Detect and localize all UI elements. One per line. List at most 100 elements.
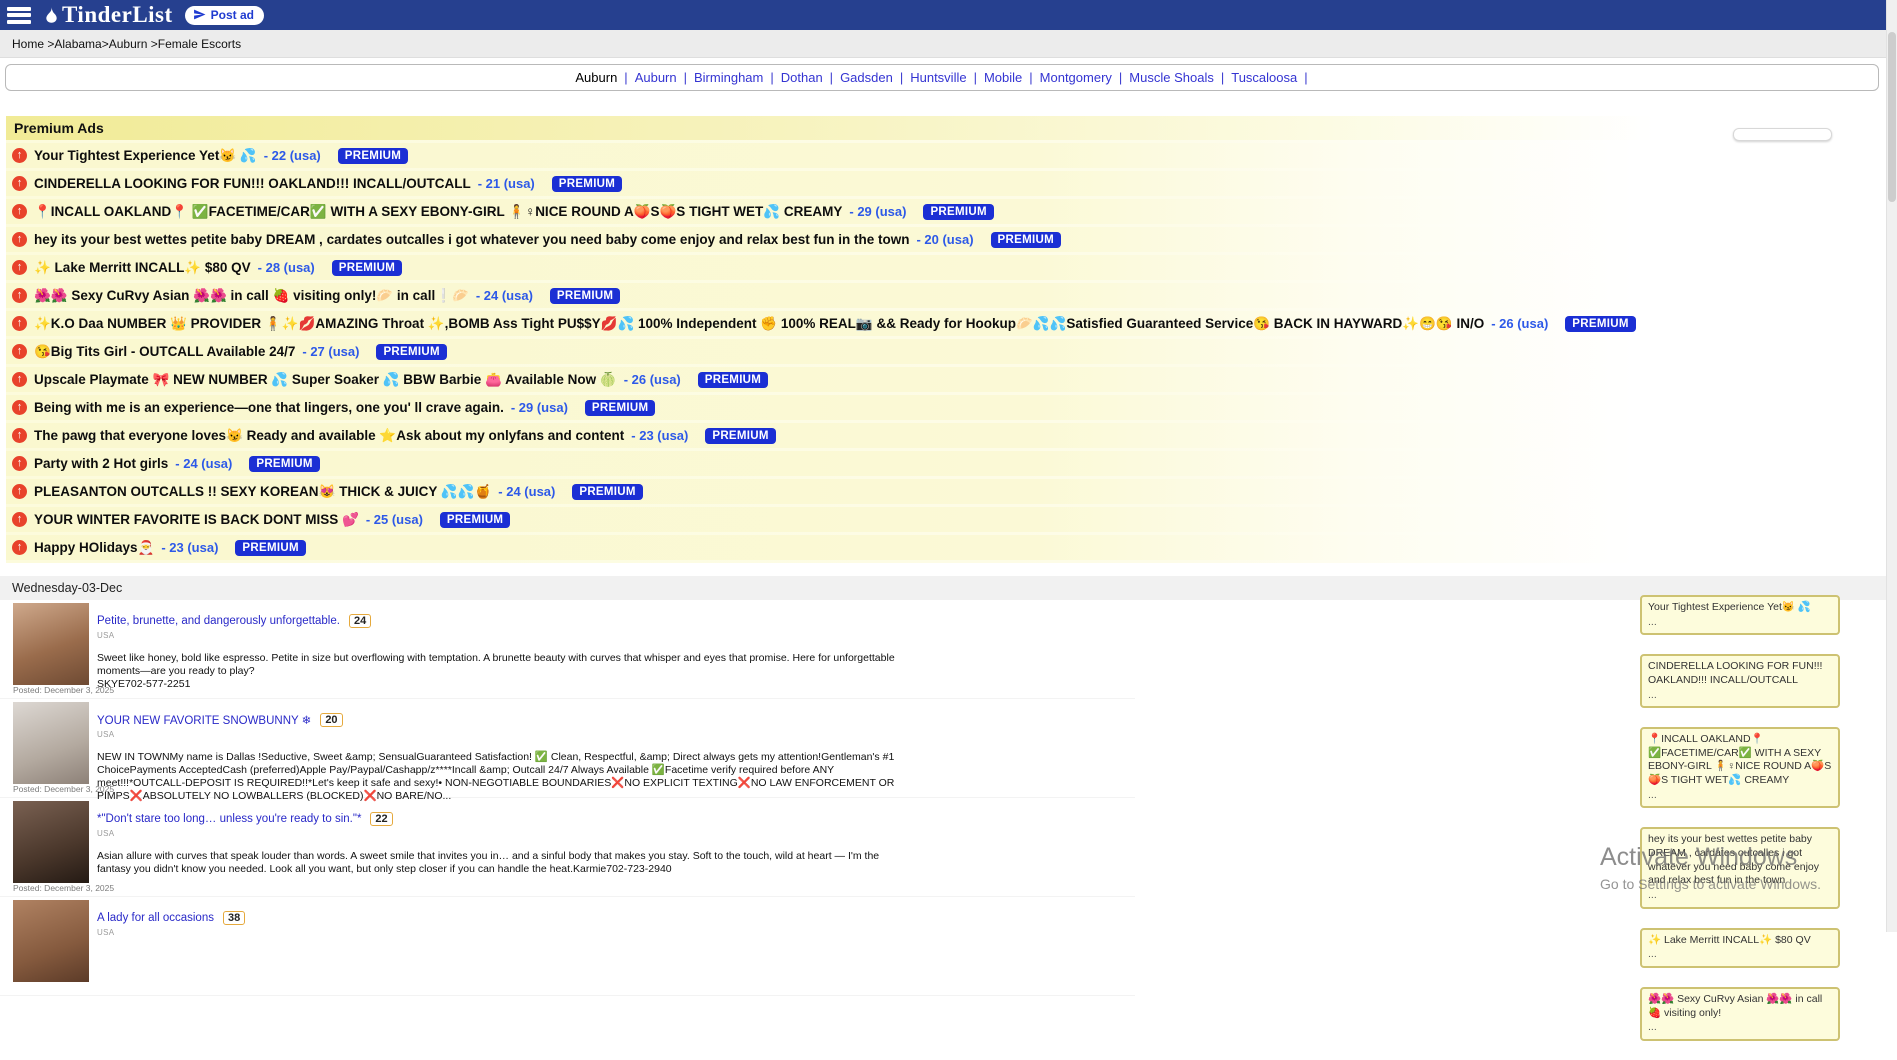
listing-posted-date: Posted: December 3, 2025 bbox=[13, 784, 114, 794]
floating-scrollbar[interactable] bbox=[1733, 128, 1832, 141]
city-link[interactable]: Birmingham bbox=[694, 70, 763, 85]
listing-photo[interactable] bbox=[13, 603, 89, 685]
city-separator: | bbox=[1304, 70, 1307, 85]
sidebar-premium-list: Your Tightest Experience Yet😼 💦 ... CIND… bbox=[1640, 595, 1840, 1060]
up-arrow-icon: ↑ bbox=[12, 484, 27, 499]
premium-ad-title[interactable]: 📍INCALL OAKLAND📍 ✅FACETIME/CAR✅ WITH A S… bbox=[34, 204, 842, 220]
city-link[interactable]: Muscle Shoals bbox=[1129, 70, 1214, 85]
premium-ad-title[interactable]: Happy HOlidays🎅 bbox=[34, 540, 154, 556]
premium-ad-title[interactable]: Upscale Playmate 🎀 NEW NUMBER 💦 Super So… bbox=[34, 372, 617, 388]
listing-country: USA bbox=[97, 631, 935, 640]
premium-ad-row[interactable]: ↑ Upscale Playmate 🎀 NEW NUMBER 💦 Super … bbox=[6, 367, 1879, 392]
sidebar-ad-title[interactable]: ✨ Lake Merritt INCALL✨ $80 QV bbox=[1648, 934, 1832, 948]
listing-age-badge: 24 bbox=[349, 614, 371, 628]
premium-badge: PREMIUM bbox=[698, 372, 768, 388]
premium-ad-title[interactable]: The pawg that everyone loves😼 Ready and … bbox=[34, 428, 624, 444]
page-scrollbar[interactable] bbox=[1886, 0, 1897, 932]
sidebar-ad-box[interactable]: ✨ Lake Merritt INCALL✨ $80 QV ... bbox=[1640, 928, 1840, 968]
top-navigation-bar: TinderList Post ad bbox=[0, 0, 1897, 30]
up-arrow-icon: ↑ bbox=[12, 540, 27, 555]
listing-title-link[interactable]: YOUR NEW FAVORITE SNOWBUNNY ❄ bbox=[97, 713, 311, 727]
premium-ad-age: - 28 (usa) bbox=[258, 260, 315, 275]
sidebar-ad-box[interactable]: hey its your best wettes petite baby DRE… bbox=[1640, 827, 1840, 908]
sidebar-ad-box[interactable]: Your Tightest Experience Yet😼 💦 ... bbox=[1640, 595, 1840, 635]
premium-ad-title[interactable]: YOUR WINTER FAVORITE IS BACK DONT MISS 💕 bbox=[34, 512, 359, 528]
premium-ad-row[interactable]: ↑ PLEASANTON OUTCALLS !! SEXY KOREAN😻 TH… bbox=[6, 479, 1879, 504]
premium-badge: PREMIUM bbox=[923, 204, 993, 220]
premium-ad-title[interactable]: CINDERELLA LOOKING FOR FUN!!! OAKLAND!!!… bbox=[34, 176, 471, 191]
up-arrow-icon: ↑ bbox=[12, 400, 27, 415]
hamburger-menu-icon[interactable] bbox=[7, 7, 31, 24]
listing-title-link[interactable]: A lady for all occasions bbox=[97, 912, 214, 924]
premium-ad-row[interactable]: ↑ 📍INCALL OAKLAND📍 ✅FACETIME/CAR✅ WITH A… bbox=[6, 199, 1879, 224]
listing-title-link[interactable]: *"Don't stare too long… unless you're re… bbox=[97, 813, 361, 825]
city-link[interactable]: Tuscaloosa bbox=[1231, 70, 1297, 85]
post-ad-button[interactable]: Post ad bbox=[185, 6, 264, 25]
premium-ad-title[interactable]: Being with me is an experience—one that … bbox=[34, 400, 504, 415]
date-header: Wednesday-03-Dec bbox=[0, 576, 1887, 600]
city-link[interactable]: Auburn bbox=[575, 70, 617, 85]
premium-ad-row[interactable]: ↑ Happy HOlidays🎅 - 23 (usa) PREMIUM bbox=[6, 535, 1879, 560]
listing-row[interactable]: *"Don't stare too long… unless you're re… bbox=[0, 798, 1135, 897]
premium-ad-row[interactable]: ↑ hey its your best wettes petite baby D… bbox=[6, 227, 1879, 252]
premium-ad-title[interactable]: ✨ Lake Merritt INCALL✨ $80 QV bbox=[34, 260, 251, 276]
premium-badge: PREMIUM bbox=[705, 428, 775, 444]
listing-row[interactable]: A lady for all occasions 38 USA bbox=[0, 897, 1135, 996]
premium-ad-row[interactable]: ↑ CINDERELLA LOOKING FOR FUN!!! OAKLAND!… bbox=[6, 171, 1879, 196]
up-arrow-icon: ↑ bbox=[12, 372, 27, 387]
premium-badge: PREMIUM bbox=[235, 540, 305, 556]
city-link[interactable]: Gadsden bbox=[840, 70, 893, 85]
city-link[interactable]: Huntsville bbox=[910, 70, 966, 85]
premium-ad-title[interactable]: Your Tightest Experience Yet😼 💦 bbox=[34, 148, 257, 164]
premium-ad-title[interactable]: PLEASANTON OUTCALLS !! SEXY KOREAN😻 THIC… bbox=[34, 484, 491, 500]
premium-ad-title[interactable]: 😘Big Tits Girl - OUTCALL Available 24/7 bbox=[34, 344, 295, 360]
city-link-list: Auburn | Auburn | Birmingham | Dothan | Gads… bbox=[572, 70, 1311, 85]
up-arrow-icon: ↑ bbox=[12, 428, 27, 443]
sidebar-ad-title[interactable]: CINDERELLA LOOKING FOR FUN!!! OAKLAND!!!… bbox=[1648, 660, 1832, 687]
listing-country: USA bbox=[97, 928, 935, 937]
sidebar-ad-ellipsis: ... bbox=[1648, 948, 1832, 962]
listing-body: Petite, brunette, and dangerously unforg… bbox=[97, 614, 935, 691]
premium-ad-row[interactable]: ↑ Being with me is an experience—one tha… bbox=[6, 395, 1879, 420]
listing-row[interactable]: YOUR NEW FAVORITE SNOWBUNNY ❄ 20 USA NEW… bbox=[0, 699, 1135, 798]
city-link[interactable]: Montgomery bbox=[1040, 70, 1112, 85]
premium-ad-row[interactable]: ↑ Your Tightest Experience Yet😼 💦 - 22 (… bbox=[6, 143, 1879, 168]
breadcrumb[interactable]: Home >Alabama>Auburn >Female Escorts bbox=[12, 37, 241, 51]
premium-ad-row[interactable]: ↑ YOUR WINTER FAVORITE IS BACK DONT MISS… bbox=[6, 507, 1879, 532]
sidebar-ad-box[interactable]: 📍INCALL OAKLAND📍 ✅FACETIME/CAR✅ WITH A S… bbox=[1640, 727, 1840, 808]
premium-badge: PREMIUM bbox=[440, 512, 510, 528]
up-arrow-icon: ↑ bbox=[12, 148, 27, 163]
listing-age-badge: 38 bbox=[223, 911, 245, 925]
listing-title-link[interactable]: Petite, brunette, and dangerously unforg… bbox=[97, 615, 340, 627]
premium-ad-row[interactable]: ↑ 😘Big Tits Girl - OUTCALL Available 24/… bbox=[6, 339, 1879, 364]
listing-photo[interactable] bbox=[13, 702, 89, 784]
city-link[interactable]: Auburn bbox=[635, 70, 677, 85]
city-link[interactable]: Dothan bbox=[781, 70, 823, 85]
sidebar-ad-box[interactable]: 🌺🌺 Sexy CuRvy Asian 🌺🌺 in call 🍓 visitin… bbox=[1640, 987, 1840, 1041]
premium-ad-row[interactable]: ↑ Party with 2 Hot girls - 24 (usa) PREM… bbox=[6, 451, 1879, 476]
sidebar-ad-title[interactable]: Your Tightest Experience Yet😼 💦 bbox=[1648, 601, 1832, 615]
premium-ad-title[interactable]: ✨K.O Daa NUMBER 👑 PROVIDER 🧍✨💋AMAZING Th… bbox=[34, 316, 1484, 332]
premium-badge: PREMIUM bbox=[332, 260, 402, 276]
sidebar-ad-title[interactable]: 🌺🌺 Sexy CuRvy Asian 🌺🌺 in call 🍓 visitin… bbox=[1648, 993, 1832, 1020]
listing-photo[interactable] bbox=[13, 900, 89, 982]
city-separator: | bbox=[1029, 70, 1032, 85]
premium-ad-row[interactable]: ↑ 🌺🌺 Sexy CuRvy Asian 🌺🌺 in call 🍓 visit… bbox=[6, 283, 1879, 308]
premium-ad-row[interactable]: ↑ The pawg that everyone loves😼 Ready an… bbox=[6, 423, 1879, 448]
premium-ad-title[interactable]: Party with 2 Hot girls bbox=[34, 456, 168, 471]
premium-ad-row[interactable]: ↑ ✨K.O Daa NUMBER 👑 PROVIDER 🧍✨💋AMAZING … bbox=[6, 311, 1879, 336]
listing-row[interactable]: Petite, brunette, and dangerously unforg… bbox=[0, 600, 1135, 699]
sidebar-ad-title[interactable]: hey its your best wettes petite baby DRE… bbox=[1648, 833, 1832, 888]
scrollbar-thumb[interactable] bbox=[1888, 32, 1896, 202]
premium-ad-title[interactable]: hey its your best wettes petite baby DRE… bbox=[34, 232, 909, 247]
listing-country: USA bbox=[97, 829, 935, 838]
premium-ad-title[interactable]: 🌺🌺 Sexy CuRvy Asian 🌺🌺 in call 🍓 visitin… bbox=[34, 288, 469, 304]
city-separator: | bbox=[684, 70, 687, 85]
sidebar-ad-box[interactable]: CINDERELLA LOOKING FOR FUN!!! OAKLAND!!!… bbox=[1640, 654, 1840, 708]
city-separator: | bbox=[1221, 70, 1224, 85]
premium-ad-row[interactable]: ↑ ✨ Lake Merritt INCALL✨ $80 QV - 28 (us… bbox=[6, 255, 1879, 280]
city-link[interactable]: Mobile bbox=[984, 70, 1022, 85]
listing-photo[interactable] bbox=[13, 801, 89, 883]
site-logo[interactable]: TinderList bbox=[43, 2, 173, 28]
sidebar-ad-title[interactable]: 📍INCALL OAKLAND📍 ✅FACETIME/CAR✅ WITH A S… bbox=[1648, 733, 1832, 788]
